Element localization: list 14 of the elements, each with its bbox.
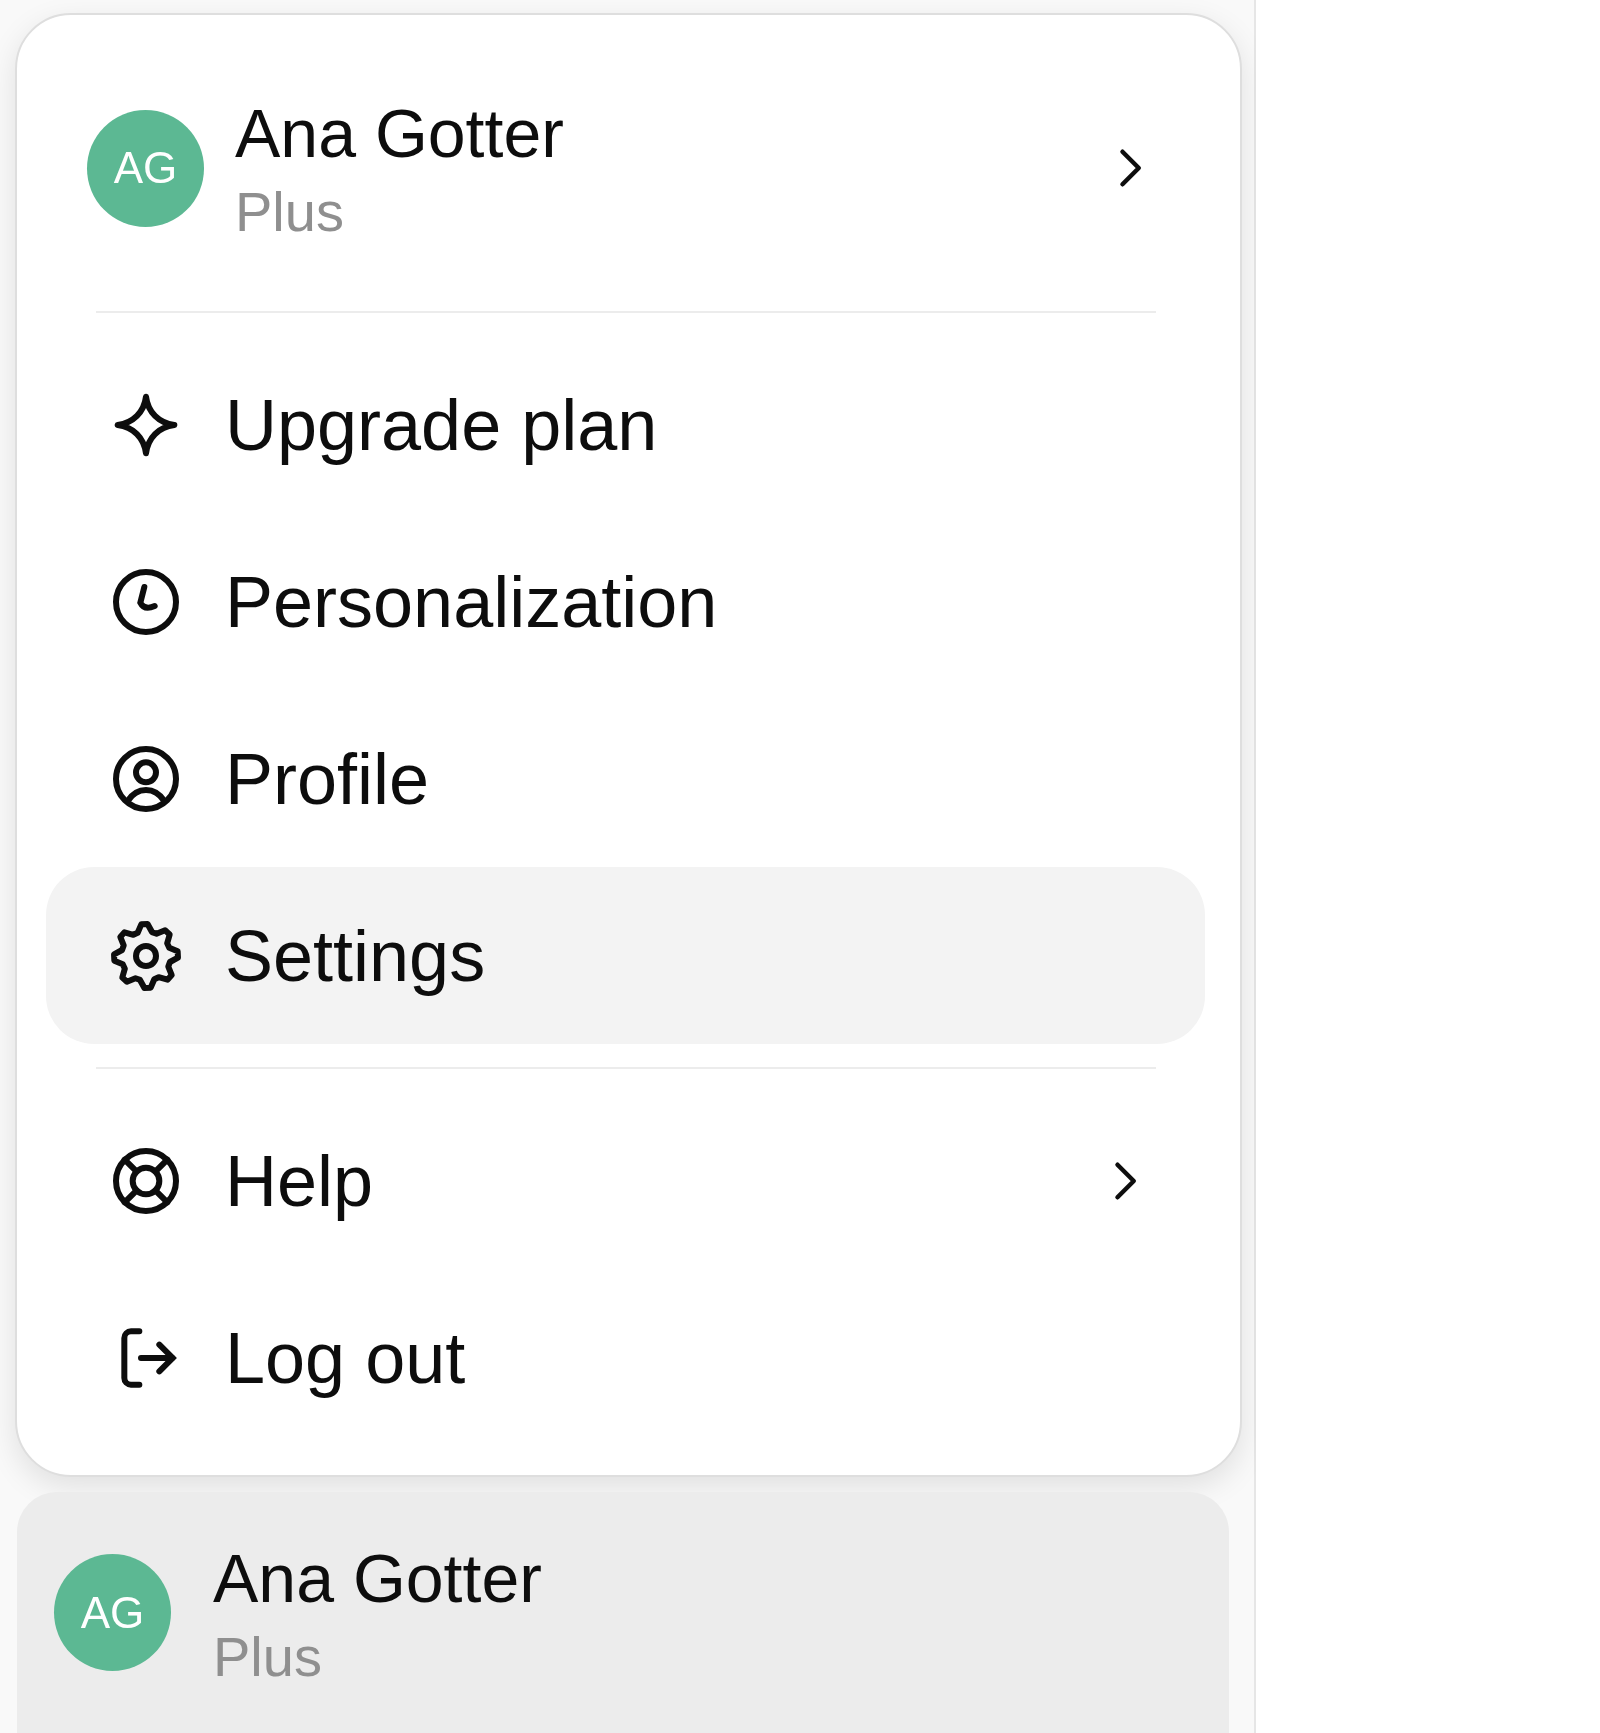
menu-item[interactable]: Personalization	[46, 513, 1205, 690]
plan-label: Plus	[213, 1623, 323, 1690]
menu-item[interactable]: Log out	[46, 1269, 1205, 1446]
account-button[interactable]: AG Ana Gotter Plus	[17, 1492, 1229, 1733]
plan-label: Plus	[235, 179, 345, 245]
menu-item[interactable]: Profile	[46, 690, 1205, 867]
menu-item[interactable]: Upgrade plan	[46, 336, 1205, 513]
user-name: Ana Gotter	[235, 94, 565, 173]
menu-item[interactable]: Help	[46, 1092, 1205, 1269]
user-name: Ana Gotter	[213, 1538, 543, 1618]
account-menu-header[interactable]: AG Ana Gotter Plus	[17, 48, 1240, 288]
avatar: AG	[87, 109, 204, 227]
avatar: AG	[54, 1554, 171, 1671]
menu-item[interactable]: Settings	[46, 867, 1205, 1044]
